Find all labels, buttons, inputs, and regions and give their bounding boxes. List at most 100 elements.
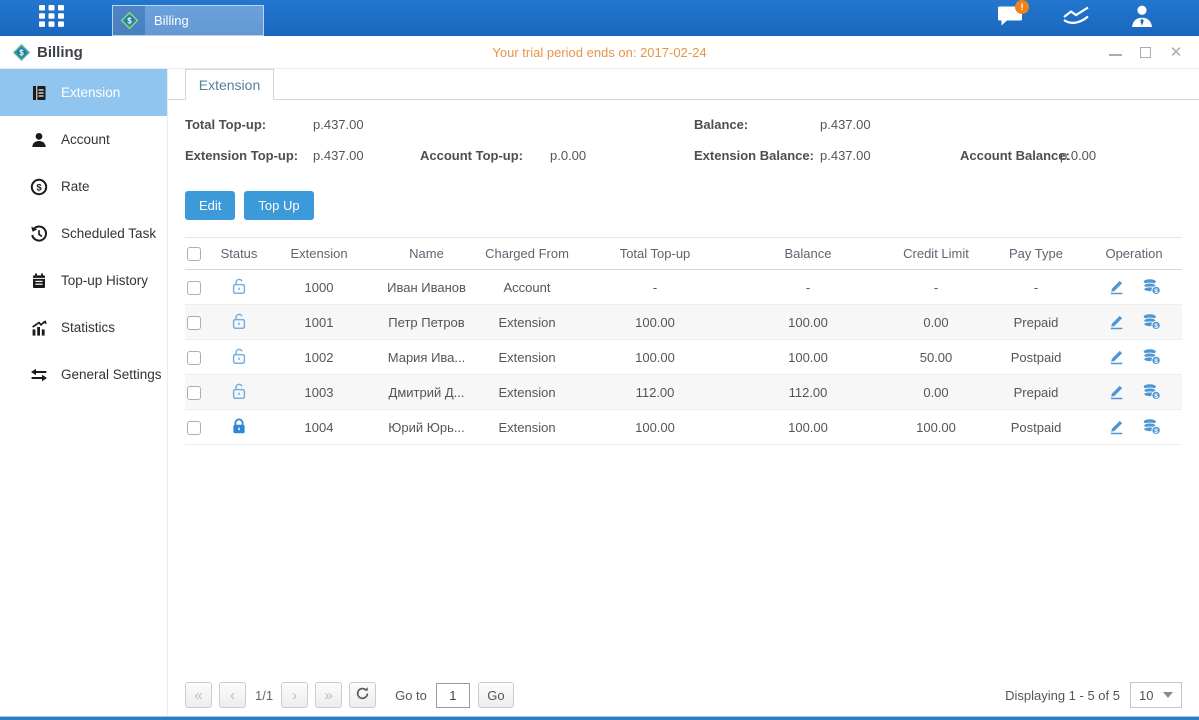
sidebar-item-rate[interactable]: $ Rate <box>0 163 167 210</box>
refresh-button[interactable] <box>349 682 376 708</box>
operation-cell: $ <box>1086 278 1182 296</box>
topbar-actions: ! <box>995 5 1157 31</box>
last-page-button[interactable]: » <box>315 682 342 708</box>
balance-cell: 100.00 <box>730 350 886 365</box>
close-button[interactable]: ✕ <box>1169 45 1183 59</box>
credit-limit-cell: 0.00 <box>886 315 986 330</box>
maximize-button[interactable] <box>1140 47 1151 58</box>
app-tab-billing[interactable]: $ Billing <box>112 5 264 36</box>
select-all-checkbox[interactable] <box>187 247 201 261</box>
billing-diamond-icon: $ <box>12 43 31 62</box>
edit-pencil-icon[interactable] <box>1108 278 1127 296</box>
topup-coins-icon[interactable]: $ <box>1142 313 1161 331</box>
prev-page-button[interactable]: ‹ <box>219 682 246 708</box>
table-header-row: StatusExtensionNameCharged FromTotal Top… <box>185 237 1182 270</box>
credit-limit-cell: 50.00 <box>886 350 986 365</box>
page-size-select[interactable]: 10 <box>1130 682 1182 708</box>
billing-window: $ Billing ! <box>0 0 1199 720</box>
column-header-balance: Balance <box>730 246 886 261</box>
edit-pencil-icon[interactable] <box>1108 418 1127 436</box>
balance-cell: 112.00 <box>730 385 886 400</box>
total-topup-label: Total Top-up: <box>185 117 266 132</box>
charged-from-cell: Extension <box>474 385 580 400</box>
window-titlebar: $ Billing Your trial period ends on: 201… <box>0 36 1199 69</box>
app-launcher-button[interactable] <box>34 3 68 33</box>
goto-page-input[interactable] <box>436 683 470 708</box>
top-up-button[interactable]: Top Up <box>244 191 313 220</box>
row-checkbox[interactable] <box>187 281 201 295</box>
grid-icon <box>38 4 65 33</box>
edit-button[interactable]: Edit <box>185 191 235 220</box>
sidebar-nav: ExtensionAccount $ Rate Scheduled Task Top-u… <box>0 69 168 716</box>
statistics-chart-icon <box>29 318 48 337</box>
topup-coins-icon[interactable]: $ <box>1142 348 1161 366</box>
lock-closed-icon <box>230 417 248 435</box>
sidebar-item-extension[interactable]: Extension <box>0 69 167 116</box>
content-tabbar: Extension <box>168 69 1199 100</box>
user-person-icon <box>1129 3 1155 34</box>
tab-extension-label: Extension <box>199 77 260 93</box>
extension-balance-value: p.437.00 <box>820 148 871 163</box>
sidebar-item-general-settings[interactable]: General Settings <box>0 351 167 398</box>
sidebar-item-label: Top-up History <box>61 273 148 288</box>
topup-history-notebook-icon <box>29 271 48 290</box>
column-header-operation: Operation <box>1086 246 1182 261</box>
account-balance-value: p.0.00 <box>1060 148 1096 163</box>
credit-limit-cell: - <box>886 280 986 295</box>
edit-pencil-icon[interactable] <box>1108 313 1127 331</box>
topup-coins-icon[interactable]: $ <box>1142 278 1161 296</box>
notification-badge: ! <box>1015 0 1029 14</box>
operation-cell: $ <box>1086 348 1182 366</box>
pay-type-cell: Postpaid <box>986 420 1086 435</box>
svg-text:$: $ <box>1154 358 1158 365</box>
total-topup-value: p.437.00 <box>313 117 364 132</box>
column-header-total-top-up: Total Top-up <box>580 246 730 261</box>
table-row-extension-1004: 1004Юрий Юрь...Extension100.00100.00100.… <box>185 410 1182 445</box>
trial-message: Your trial period ends on: 2017-02-24 <box>0 45 1199 60</box>
pay-type-cell: Postpaid <box>986 350 1086 365</box>
row-checkbox[interactable] <box>187 351 201 365</box>
user-menu-button[interactable] <box>1127 5 1157 31</box>
scheduled-task-clock-icon <box>29 224 48 243</box>
charged-from-cell: Extension <box>474 315 580 330</box>
sidebar-item-label: Scheduled Task <box>61 226 156 241</box>
sidebar-item-account[interactable]: Account <box>0 116 167 163</box>
goto-label: Go to <box>395 688 427 703</box>
balance-summary: Total Top-up: p.437.00 Balance: p.437.00… <box>185 115 1182 178</box>
general-settings-sliders-icon <box>29 365 48 384</box>
balance-label: Balance: <box>694 117 748 132</box>
sidebar-item-statistics[interactable]: Statistics <box>0 304 167 351</box>
extension-cell: 1000 <box>259 280 379 295</box>
minimize-button[interactable] <box>1109 49 1122 56</box>
topup-coins-icon[interactable]: $ <box>1142 383 1161 401</box>
credit-limit-cell: 100.00 <box>886 420 986 435</box>
row-checkbox[interactable] <box>187 386 201 400</box>
name-cell: Юрий Юрь... <box>379 420 474 435</box>
row-checkbox[interactable] <box>187 316 201 330</box>
sidebar-item-label: Rate <box>61 179 90 194</box>
topup-coins-icon[interactable]: $ <box>1142 418 1161 436</box>
sidebar-item-top-up-history[interactable]: Top-up History <box>0 257 167 304</box>
operation-cell: $ <box>1086 383 1182 401</box>
go-button[interactable]: Go <box>478 682 514 708</box>
top-app-bar: $ Billing ! <box>0 0 1199 36</box>
column-header-pay-type: Pay Type <box>986 246 1086 261</box>
lock-open-icon <box>230 347 248 365</box>
first-page-button[interactable]: « <box>185 682 212 708</box>
next-page-button[interactable]: › <box>281 682 308 708</box>
rate-dollar-icon: $ <box>29 177 48 196</box>
balance-cell: 100.00 <box>730 420 886 435</box>
row-checkbox[interactable] <box>187 421 201 435</box>
table-row-extension-1002: 1002Мария Ива...Extension100.00100.0050.… <box>185 340 1182 375</box>
notifications-button[interactable]: ! <box>995 5 1025 31</box>
balance-value: p.437.00 <box>820 117 871 132</box>
name-cell: Дмитрий Д... <box>379 385 474 400</box>
tab-extension[interactable]: Extension <box>185 69 274 100</box>
edit-pencil-icon[interactable] <box>1108 383 1127 401</box>
resource-monitor-button[interactable] <box>1061 5 1091 31</box>
window-bottom-edge <box>0 716 1199 720</box>
edit-pencil-icon[interactable] <box>1108 348 1127 366</box>
table-row-extension-1001: 1001Петр ПетровExtension100.00100.000.00… <box>185 305 1182 340</box>
sidebar-item-scheduled-task[interactable]: Scheduled Task <box>0 210 167 257</box>
balance-cell: - <box>730 280 886 295</box>
